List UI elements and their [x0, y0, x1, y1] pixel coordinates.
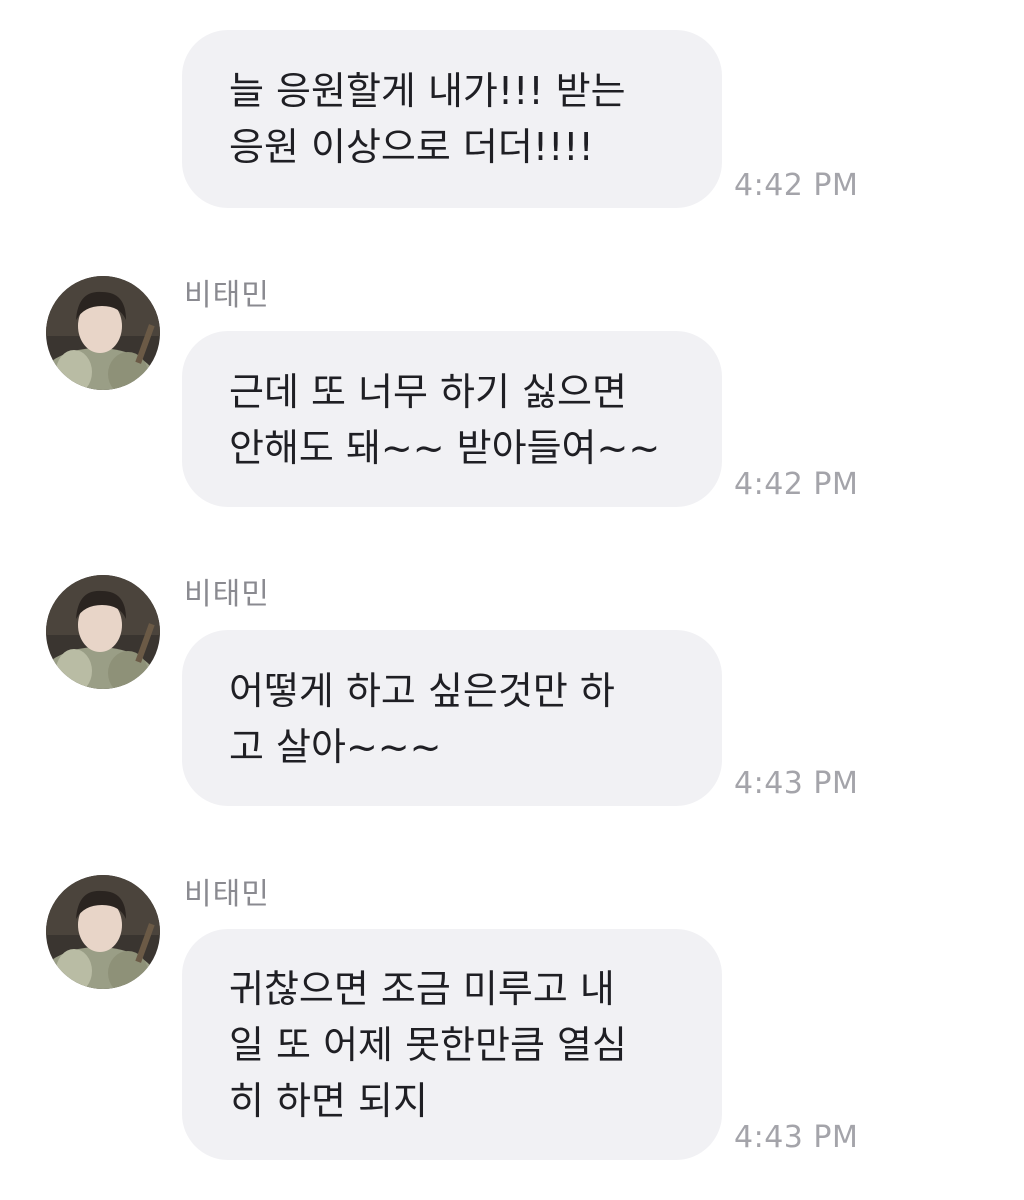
message-text: 귀찮으면 조금 미루고 내 일 또 어제 못한만큼 열심 히 하면 되지: [229, 967, 627, 1123]
message-text: 늘 응원할게 내가!!! 받는 응원 이상으로 더더!!!!: [229, 69, 626, 169]
avatar[interactable]: [46, 575, 160, 689]
message-bubble[interactable]: 귀찮으면 조금 미루고 내 일 또 어제 못한만큼 열심 히 하면 되지: [182, 929, 722, 1160]
profile-photo-icon: [46, 575, 160, 689]
avatar[interactable]: [46, 875, 160, 989]
message-bubble[interactable]: 근데 또 너무 하기 싫으면 안해도 돼~~ 받아들여~~: [182, 331, 722, 507]
sender-name: 비태민: [184, 877, 270, 912]
message-time: 4:43 PM: [734, 766, 859, 801]
profile-photo-icon: [46, 276, 160, 390]
message-bubble[interactable]: 늘 응원할게 내가!!! 받는 응원 이상으로 더더!!!!: [182, 30, 722, 208]
message-bubble[interactable]: 어떻게 하고 싶은것만 하 고 살아~~~: [182, 630, 722, 806]
message-time: 4:42 PM: [734, 467, 859, 502]
profile-photo-icon: [46, 875, 160, 989]
sender-name: 비태민: [184, 577, 270, 612]
message-time: 4:42 PM: [734, 168, 859, 203]
avatar[interactable]: [46, 276, 160, 390]
message-time: 4:43 PM: [734, 1120, 859, 1155]
message-text: 근데 또 너무 하기 싫으면 안해도 돼~~ 받아들여~~: [229, 370, 661, 470]
message-text: 어떻게 하고 싶은것만 하 고 살아~~~: [229, 669, 615, 769]
sender-name: 비태민: [184, 278, 270, 313]
